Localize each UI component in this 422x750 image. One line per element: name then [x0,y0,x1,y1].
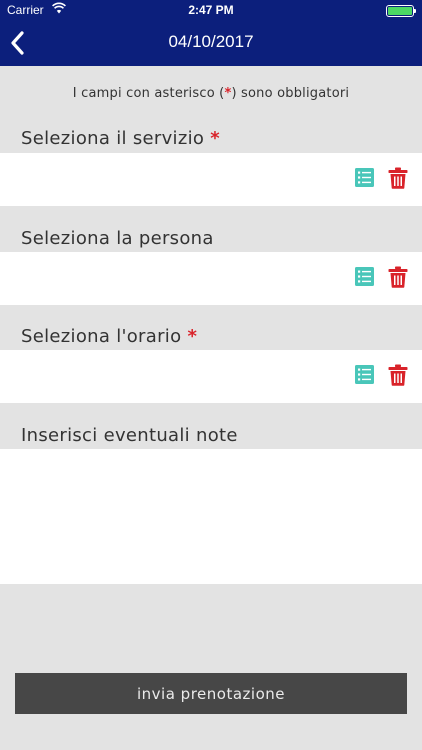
navigation-bar: Carrier 2:47 PM 04/10/2017 [0,0,422,66]
notes-label: Inserisci eventuali note [21,425,238,446]
trash-icon[interactable] [388,364,408,386]
notes-textarea[interactable] [0,449,422,584]
required-star: * [187,326,198,347]
notice-text-before: I campi con asterisco ( [72,86,225,101]
time-field[interactable] [0,350,422,403]
required-fields-notice: I campi con asterisco (*) sono obbligato… [0,86,422,101]
battery-icon [386,5,416,17]
person-label: Seleziona la persona [21,228,214,249]
person-label-text: Seleziona la persona [21,228,214,249]
trash-icon[interactable] [388,167,408,189]
clock: 2:47 PM [188,3,234,17]
list-icon[interactable] [355,267,374,286]
list-icon[interactable] [355,168,374,187]
trash-icon[interactable] [388,266,408,288]
service-label: Seleziona il servizio * [21,128,220,149]
service-field[interactable] [0,153,422,206]
person-field[interactable] [0,252,422,305]
status-bar: Carrier 2:47 PM [0,0,422,20]
time-label: Seleziona l'orario * [21,326,197,347]
list-icon[interactable] [355,365,374,384]
time-label-text: Seleziona l'orario [21,326,182,347]
required-star: * [210,128,220,149]
notice-text-after: ) sono obbligatori [231,86,350,101]
submit-booking-button[interactable]: invia prenotazione [15,673,407,714]
service-label-text: Seleziona il servizio [21,128,205,149]
page-title: 04/10/2017 [168,32,254,51]
